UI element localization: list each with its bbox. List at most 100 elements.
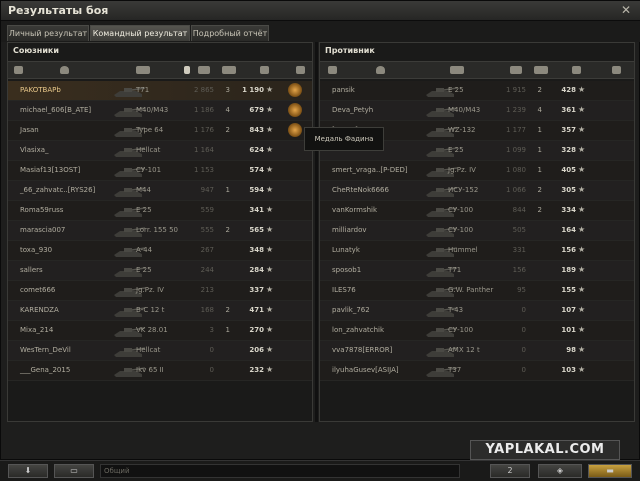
- table-row[interactable]: Vlasixa_ Hellcat 1 164 624 ★: [8, 141, 312, 161]
- medal-icon[interactable]: [288, 123, 302, 137]
- player-name: sallers: [20, 266, 43, 274]
- table-row[interactable]: Deva_Petyh M40/M43 1 239 4 361 ★: [320, 101, 634, 121]
- table-row[interactable]: pavlik_762 T-43 0 107 ★: [320, 301, 634, 321]
- damage-value: 0: [209, 346, 214, 354]
- tank-name: B-C 12 t: [136, 306, 165, 314]
- tank-name: ИСУ-152: [448, 186, 479, 194]
- damage-value: 555: [200, 226, 214, 234]
- table-row[interactable]: PAKOTBAPb T71 2 865 3 1 190 ★: [8, 81, 312, 101]
- star-icon: ★: [578, 325, 586, 334]
- player-name: KARENDZA: [20, 306, 59, 314]
- tank-name: Jg.Pz. IV: [136, 286, 164, 294]
- table-row[interactable]: vanKormshik СУ-100 844 2 334 ★: [320, 201, 634, 221]
- player-name: michael_606[B_ATE]: [20, 106, 92, 114]
- tab-team-result[interactable]: Командный результат: [90, 25, 190, 41]
- table-row[interactable]: marascia007 Lorr. 155 50 555 2 565 ★: [8, 221, 312, 241]
- damage-value: 1 186: [193, 106, 214, 114]
- battle-button[interactable]: ▬: [588, 464, 632, 478]
- table-row[interactable]: CheRteNok6666 ИСУ-152 1 066 2 305 ★: [320, 181, 634, 201]
- player-name: pansik: [332, 86, 355, 94]
- download-button[interactable]: ⬇: [8, 464, 48, 478]
- damage-icon[interactable]: [510, 66, 522, 74]
- table-row[interactable]: lon_zahvatchik СУ-100 0 101 ★: [320, 321, 634, 341]
- player-icon[interactable]: [60, 66, 69, 74]
- kills-icon[interactable]: [222, 66, 236, 74]
- table-row[interactable]: ilyuhaGusev[ASIJA] T37 0 103 ★: [320, 361, 634, 381]
- chat-input[interactable]: Общий: [100, 464, 460, 478]
- player-name: sposob1: [332, 266, 362, 274]
- star-icon: ★: [578, 165, 586, 174]
- table-row[interactable]: ___Gena_2015 Ikv 65 II 0 232 ★: [8, 361, 312, 381]
- medals-icon[interactable]: [612, 66, 621, 74]
- xp-star-icon[interactable]: [260, 66, 269, 74]
- table-row[interactable]: comet666 Jg.Pz. IV 213 337 ★: [8, 281, 312, 301]
- table-row[interactable]: _66_zahvatc..[RYS26] M44 947 1 594 ★: [8, 181, 312, 201]
- table-row[interactable]: ILES76 G.W. Panther 95 155 ★: [320, 281, 634, 301]
- star-icon: ★: [266, 205, 274, 214]
- table-row[interactable]: sallers E 25 244 284 ★: [8, 261, 312, 281]
- medal-icon[interactable]: [288, 83, 302, 97]
- table-row[interactable]: vva7878[ERROR] AMX 12 t 0 98 ★: [320, 341, 634, 361]
- table-row[interactable]: milliardov СУ-100 505 164 ★: [320, 221, 634, 241]
- tank-name: A-44: [136, 246, 153, 254]
- download-icon: ⬇: [24, 466, 32, 475]
- table-row[interactable]: WesTern_DeVil Hellcat 0 206 ★: [8, 341, 312, 361]
- star-icon: ★: [578, 365, 586, 374]
- tab-personal-result[interactable]: Личный результат: [7, 25, 89, 41]
- allies-title: Союзники: [13, 46, 59, 55]
- flag-icon: ▬: [606, 466, 614, 475]
- table-row[interactable]: Mixa_214 VK 28.01 3 1 270 ★: [8, 321, 312, 341]
- view-button[interactable]: ◈: [538, 464, 582, 478]
- table-row[interactable]: Roma59russ E 25 559 341 ★: [8, 201, 312, 221]
- damage-value: 1 099: [505, 146, 526, 154]
- bottom-bar: ⬇ ▭ Общий 2 ◈ ▬: [0, 460, 640, 481]
- medal-icon[interactable]: [288, 103, 302, 117]
- damage-value: 3: [209, 326, 214, 334]
- squad-icon[interactable]: [328, 66, 337, 74]
- xp-value: 155: [561, 286, 576, 294]
- table-row[interactable]: michael_606[B_ATE] M40/M43 1 186 4 679 ★: [8, 101, 312, 121]
- allies-header: [8, 61, 312, 79]
- damage-value: 505: [512, 226, 526, 234]
- table-row[interactable]: pansik E 25 1 915 2 428 ★: [320, 81, 634, 101]
- damage-value: 213: [200, 286, 214, 294]
- chat-icon: ▭: [70, 466, 78, 475]
- damage-icon[interactable]: [198, 66, 210, 74]
- kills-value: 2: [537, 206, 542, 214]
- player-icon[interactable]: [376, 66, 385, 74]
- damage-value: 0: [521, 306, 526, 314]
- vehicle-icon[interactable]: [450, 66, 464, 74]
- chat-channel-button[interactable]: ▭: [54, 464, 94, 478]
- table-row[interactable]: KARENDZA B-C 12 t 168 2 471 ★: [8, 301, 312, 321]
- close-icon[interactable]: ✕: [619, 3, 633, 17]
- window-title: Результаты боя: [8, 4, 109, 17]
- damage-value: 0: [209, 366, 214, 374]
- allies-panel: Союзники PAKOTBAPb T71 2 865 3 1 190 ★ michael…: [7, 42, 313, 422]
- player-name: Deva_Petyh: [332, 106, 374, 114]
- table-row[interactable]: smert_vraga..[P-DED] Jg.Pz. IV 1 080 1 405 ★: [320, 161, 634, 181]
- kills-value: 2: [537, 86, 542, 94]
- table-row[interactable]: sposob1 T71 156 189 ★: [320, 261, 634, 281]
- sort-arrow-icon[interactable]: [184, 66, 190, 74]
- kills-value: 4: [225, 106, 230, 114]
- xp-star-icon[interactable]: [572, 66, 581, 74]
- kills-icon[interactable]: [534, 66, 548, 74]
- star-icon: ★: [266, 85, 274, 94]
- star-icon: ★: [266, 365, 274, 374]
- star-icon: ★: [578, 185, 586, 194]
- table-row[interactable]: Jasan Type 64 1 176 2 843 ★: [8, 121, 312, 141]
- star-icon: ★: [578, 265, 586, 274]
- table-row[interactable]: Masiaf13[13OST] СУ-101 1 153 574 ★: [8, 161, 312, 181]
- damage-value: 1 239: [505, 106, 526, 114]
- medals-icon[interactable]: [296, 66, 305, 74]
- kills-value: 2: [225, 226, 230, 234]
- star-icon: ★: [266, 325, 274, 334]
- star-icon: ★: [266, 245, 274, 254]
- table-row[interactable]: Lunatyk Hummel 331 156 ★: [320, 241, 634, 261]
- tab-detailed-report[interactable]: Подробный отчёт: [191, 25, 269, 41]
- squad-counter-button[interactable]: 2: [490, 464, 530, 478]
- vehicle-icon[interactable]: [136, 66, 150, 74]
- squad-icon[interactable]: [14, 66, 23, 74]
- table-row[interactable]: toxa_930 A-44 267 348 ★: [8, 241, 312, 261]
- tank-name: E 25: [448, 146, 464, 154]
